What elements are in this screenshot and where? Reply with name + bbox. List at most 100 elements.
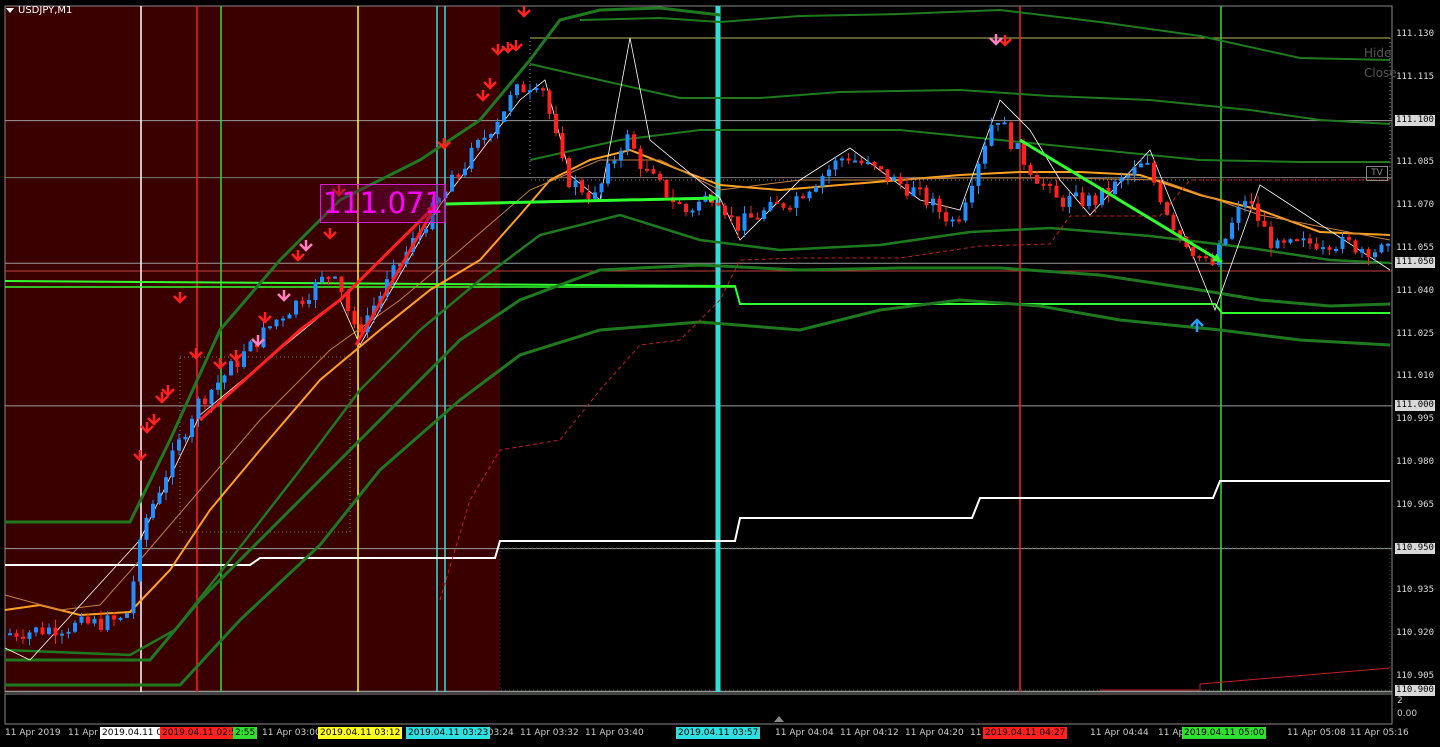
hide-button[interactable]: Hide xyxy=(1364,46,1391,60)
candle-body xyxy=(983,145,987,164)
time-marker-tag: 2019.04.11 0 xyxy=(100,727,165,739)
candle-body xyxy=(463,168,467,176)
candle-body xyxy=(261,327,266,348)
candle-body xyxy=(1262,220,1267,227)
price-level-tag: 111.000 xyxy=(1395,399,1435,411)
time-tick: 11 Apr 2019 xyxy=(5,728,61,738)
candle-body xyxy=(768,201,773,211)
candle-body xyxy=(1327,247,1332,250)
candle-body xyxy=(66,631,71,634)
candle-body xyxy=(1165,202,1169,215)
candle-body xyxy=(92,618,97,624)
tv-button[interactable]: TV xyxy=(1366,166,1388,181)
candle-body xyxy=(521,84,526,93)
candle-body xyxy=(593,192,597,199)
candle-body xyxy=(281,318,285,321)
candle-body xyxy=(1191,247,1195,256)
candle-body xyxy=(53,627,58,636)
candle-body xyxy=(911,187,916,196)
candle-body xyxy=(40,627,45,634)
price-tick: 111.025 xyxy=(1396,328,1434,339)
candle-body xyxy=(1288,239,1293,243)
price-tick: 110.935 xyxy=(1396,585,1434,596)
symbol-label[interactable]: USDJPY,M1 xyxy=(6,5,72,16)
candle-body xyxy=(151,503,155,518)
candle-body xyxy=(924,187,929,206)
sell-signal-icon xyxy=(517,6,531,18)
price-tick: 110.980 xyxy=(1396,457,1434,467)
candle-body xyxy=(34,627,38,633)
candle-body xyxy=(1152,162,1156,183)
candle-body xyxy=(313,282,318,301)
candle-body xyxy=(645,168,649,171)
candle-body xyxy=(1048,183,1052,186)
chart-window[interactable]: USDJPY,M1 111.071 Hide Close TV 2 0.00 1… xyxy=(0,0,1440,747)
candle-body xyxy=(515,84,519,96)
time-marker-tag: 2019.04.11 03:57 xyxy=(676,727,761,739)
price-level-tag: 111.050 xyxy=(1395,257,1435,269)
candle-body xyxy=(1223,238,1228,245)
candle-body xyxy=(996,122,1000,125)
candle-body xyxy=(248,341,253,352)
candle-body xyxy=(677,202,682,205)
candle-body xyxy=(14,633,19,637)
candle-body xyxy=(866,161,870,164)
candle-body xyxy=(1022,143,1026,165)
candle-body xyxy=(1002,122,1007,125)
candle-body xyxy=(1197,255,1202,258)
candle-body xyxy=(684,203,688,213)
candle-body xyxy=(1269,226,1273,249)
candle-body xyxy=(853,160,857,163)
candle-body xyxy=(235,361,240,367)
candle-body xyxy=(157,492,162,504)
candle-body xyxy=(183,436,188,440)
candle-body xyxy=(339,276,344,293)
candle-body xyxy=(599,183,604,193)
candle-body xyxy=(1113,181,1117,195)
candle-body xyxy=(957,219,961,222)
candle-body xyxy=(1119,177,1124,182)
time-tick: 11 Apr 04:04 xyxy=(775,728,834,738)
subwindow-scale-max: 2 xyxy=(1397,696,1403,706)
candle-body xyxy=(638,148,643,169)
candle-body xyxy=(307,300,311,304)
candle-body xyxy=(586,192,591,199)
candle-body xyxy=(476,139,480,148)
candle-body xyxy=(872,161,877,167)
candle-body xyxy=(177,439,181,451)
candle-body xyxy=(1353,240,1358,253)
candle-body xyxy=(1243,201,1247,207)
price-chart[interactable] xyxy=(0,0,1440,747)
time-tick: 11 Apr xyxy=(68,728,98,738)
stop-trail xyxy=(439,179,1390,601)
dropdown-icon[interactable] xyxy=(6,7,14,13)
candle-body xyxy=(164,477,168,493)
candle-body xyxy=(794,196,799,208)
candle-body xyxy=(216,382,220,390)
time-marker-tag: 2019.04.11 02:52 xyxy=(160,727,245,739)
candle-body xyxy=(320,276,324,283)
close-button[interactable]: Close xyxy=(1364,66,1397,80)
price-tick: 110.920 xyxy=(1396,628,1434,639)
candle-body xyxy=(1308,238,1312,244)
candle-body xyxy=(469,147,474,169)
stop-trail xyxy=(1100,667,1391,691)
candle-body xyxy=(833,160,838,170)
price-tick: 111.130 xyxy=(1396,29,1434,39)
candle-body xyxy=(541,88,545,91)
price-tick: 111.010 xyxy=(1396,371,1434,382)
candle-body xyxy=(196,398,201,419)
candle-body xyxy=(1347,236,1351,241)
time-marker-tag: 2019.04.11 03:12 xyxy=(318,727,403,739)
candle-body xyxy=(47,627,51,634)
candle-body xyxy=(1340,236,1345,249)
candle-body xyxy=(970,185,974,203)
candle-body xyxy=(1126,175,1130,178)
candle-body xyxy=(1132,167,1137,176)
sell-signal-icon xyxy=(989,34,1003,46)
candle-body xyxy=(840,158,844,161)
time-marker-tag: 2019.04.11 03:23 xyxy=(406,727,491,739)
candle-body xyxy=(242,351,246,367)
candle-body xyxy=(723,205,727,216)
price-tick: 110.965 xyxy=(1396,499,1434,510)
